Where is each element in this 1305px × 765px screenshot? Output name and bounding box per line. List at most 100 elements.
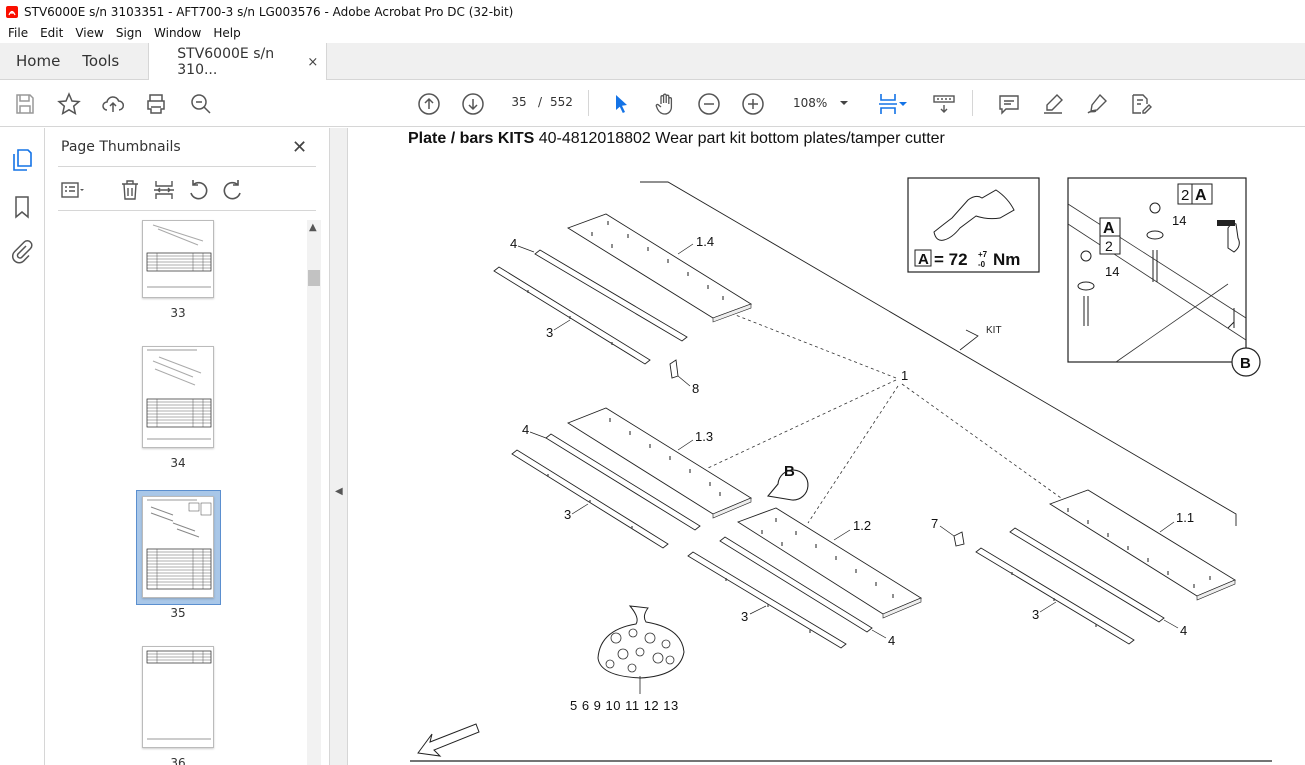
- edit-pdf-button[interactable]: [1128, 91, 1154, 117]
- callout-1-3: 1.3: [695, 429, 713, 444]
- menu-window[interactable]: Window: [148, 26, 207, 40]
- parts-bag-label: 5 6 9 10 11 12 13: [570, 698, 679, 713]
- document-tab-label: STV6000E s/n 310...: [177, 46, 275, 78]
- thumbnail-options-icon[interactable]: [60, 178, 84, 202]
- delete-trash-icon[interactable]: [118, 178, 142, 202]
- select-tool-button[interactable]: [608, 91, 634, 117]
- tab-document[interactable]: STV6000E s/n 310... ×: [149, 43, 328, 81]
- page-thumbnail-image: [146, 349, 212, 440]
- find-button[interactable]: [188, 91, 214, 117]
- callout-1: 1: [901, 368, 908, 383]
- thumbnails-panel: Page Thumbnails ✕ 33 34 35 36 ▲: [46, 128, 330, 765]
- menu-file[interactable]: File: [2, 26, 34, 40]
- menu-help[interactable]: Help: [207, 26, 246, 40]
- panel-collapse-strip: ◀: [330, 128, 348, 765]
- panel-divider: [58, 210, 316, 211]
- callout-4: 4: [522, 422, 529, 437]
- chevron-up-icon[interactable]: ▲: [309, 222, 317, 233]
- page-separator: /: [538, 95, 543, 109]
- next-page-button[interactable]: [460, 91, 486, 117]
- page-thumbnail-image: [146, 224, 212, 288]
- toolbar-divider: [972, 90, 973, 116]
- page-thumbnail-image: [146, 499, 212, 590]
- menu-sign[interactable]: Sign: [110, 26, 148, 40]
- thumbnails-scrollbar[interactable]: ▲: [307, 220, 321, 765]
- torque-unit: Nm: [993, 250, 1020, 269]
- bookmark-star-button[interactable]: [56, 91, 82, 117]
- callout-3: 3: [1032, 607, 1039, 622]
- edit-document-icon: [1132, 94, 1152, 114]
- page-thumbnail[interactable]: [142, 646, 214, 748]
- rotate-clockwise-icon[interactable]: [221, 178, 245, 202]
- zoom-select[interactable]: 108%: [785, 91, 855, 115]
- page-display-dropdown[interactable]: [897, 91, 909, 117]
- detail-label-2: 2: [1105, 238, 1113, 254]
- sign-button[interactable]: [1084, 91, 1110, 117]
- panel-divider: [58, 166, 316, 167]
- window-title: STV6000E s/n 3103351 - AFT700-3 s/n LG00…: [24, 4, 514, 19]
- scrollbar-handle[interactable]: [308, 270, 320, 286]
- callout-14: 14: [1172, 213, 1186, 228]
- rotate-counterclockwise-icon[interactable]: [186, 178, 210, 202]
- star-icon: [57, 92, 81, 116]
- toolbar-divider: [588, 90, 589, 116]
- page-thumbnail-selected[interactable]: [142, 496, 214, 598]
- kit-label: KIT: [986, 325, 1002, 336]
- plus-circle-icon: [742, 93, 764, 115]
- page-thumbnail-image: [146, 650, 212, 740]
- scroll-mode-button[interactable]: [931, 91, 957, 117]
- tab-tools[interactable]: Tools: [74, 43, 150, 79]
- toolbar: [0, 80, 1305, 127]
- callout-3: 3: [564, 507, 571, 522]
- callout-3: 3: [546, 325, 553, 340]
- close-tab-icon[interactable]: ×: [307, 55, 318, 70]
- page-thumbnails-icon[interactable]: [10, 148, 34, 172]
- arrow-down-circle-icon: [462, 93, 484, 115]
- previous-page-button[interactable]: [416, 91, 442, 117]
- print-button[interactable]: [143, 91, 169, 117]
- highlighter-pen-icon: [1044, 94, 1063, 114]
- close-panel-icon[interactable]: ✕: [292, 137, 307, 158]
- arrow-up-circle-icon: [418, 93, 440, 115]
- menu-edit[interactable]: Edit: [34, 26, 69, 40]
- tab-home[interactable]: Home: [0, 43, 74, 79]
- menu-view[interactable]: View: [69, 26, 109, 40]
- hand-tool-button[interactable]: [652, 91, 678, 117]
- collapse-panel-icon[interactable]: ◀: [335, 486, 343, 497]
- acrobat-app-icon: [6, 5, 18, 18]
- panel-title: Page Thumbnails: [61, 139, 181, 155]
- detail-label-2: 2: [1181, 187, 1189, 204]
- callout-1-4: 1.4: [696, 234, 714, 249]
- exploded-parts-drawing: KIT 1 1.4 4 3 8 1.3 4 3 B 1.2 4 3 1.1 4 …: [410, 177, 1272, 762]
- detail-label-a: A: [1103, 220, 1115, 237]
- callout-1-2: 1.2: [853, 518, 871, 533]
- bookmark-icon[interactable]: [10, 195, 34, 219]
- cloud-upload-icon: [102, 96, 125, 112]
- attachment-paperclip-icon[interactable]: [10, 240, 34, 264]
- zoom-in-button[interactable]: [740, 91, 766, 117]
- upload-button[interactable]: [100, 91, 126, 117]
- comment-button[interactable]: [996, 91, 1022, 117]
- comment-icon: [999, 95, 1019, 115]
- zoom-out-button[interactable]: [696, 91, 722, 117]
- menu-bar: File Edit View Sign Window Help: [0, 23, 1305, 43]
- document-view[interactable]: Plate / bars KITS 40-4812018802 Wear par…: [348, 128, 1305, 765]
- chevron-down-icon: [840, 101, 848, 105]
- tab-bar: Home Tools STV6000E s/n 310... ×: [0, 43, 1305, 81]
- title-bar: STV6000E s/n 3103351 - AFT700-3 s/n LG00…: [0, 0, 1305, 23]
- page-thumbnail[interactable]: [142, 346, 214, 448]
- insert-pages-icon[interactable]: [152, 178, 176, 202]
- highlight-button[interactable]: [1040, 91, 1066, 117]
- chevron-down-icon: [899, 102, 907, 106]
- page-thumbnail[interactable]: [142, 220, 214, 298]
- page-thumbnail-label: 34: [170, 456, 186, 470]
- magnifier-search-icon: [191, 94, 211, 114]
- torque-tolerance-plus: +7: [978, 250, 988, 259]
- save-button[interactable]: [12, 91, 38, 117]
- zoom-value: 108%: [793, 96, 828, 110]
- save-icon: [16, 94, 34, 114]
- page-number-input[interactable]: [505, 90, 533, 114]
- callout-4: 4: [888, 633, 895, 648]
- keyboard-scroll-icon: [933, 95, 955, 113]
- page-thumbnail-label: 35: [170, 606, 186, 620]
